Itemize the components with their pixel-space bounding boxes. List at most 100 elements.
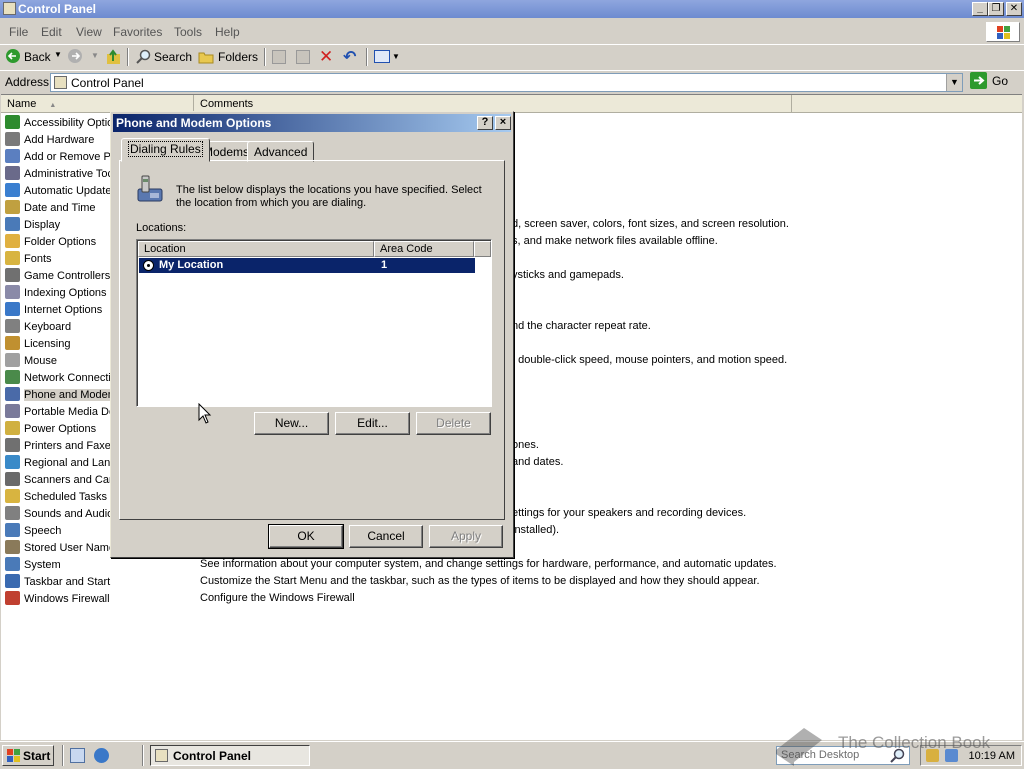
list-item[interactable]: Scanners and Cam — [5, 472, 113, 489]
list-item-comment: nd the character repeat rate. — [512, 320, 651, 332]
list-item[interactable]: Portable Media De — [5, 404, 113, 421]
control-panel-item-icon — [5, 217, 20, 231]
list-item[interactable]: Internet Options — [5, 302, 113, 319]
list-item[interactable]: Mouse — [5, 353, 113, 370]
views-icon[interactable] — [374, 50, 390, 63]
list-item-label: Fonts — [24, 253, 52, 265]
list-item[interactable]: Date and Time — [5, 200, 113, 217]
list-item[interactable]: Stored User Name — [5, 540, 113, 557]
list-item[interactable]: Phone and Modem — [5, 387, 113, 404]
list-item[interactable]: Display — [5, 217, 113, 234]
location-row[interactable]: My Location 1 — [139, 258, 475, 273]
control-panel-item-icon — [5, 455, 20, 469]
list-item[interactable]: Regional and Lang — [5, 455, 113, 472]
list-item[interactable]: Windows Firewall — [5, 591, 113, 608]
list-item[interactable]: Printers and Faxe — [5, 438, 113, 455]
undo-icon[interactable]: ↶ — [343, 47, 356, 67]
tab-advanced[interactable]: Advanced — [247, 141, 315, 162]
list-item[interactable]: Automatic Update — [5, 183, 113, 200]
list-item[interactable]: Indexing Options — [5, 285, 113, 302]
views-dropdown-icon[interactable]: ▼ — [392, 52, 400, 61]
location-area-code: 1 — [381, 259, 388, 271]
address-value: Control Panel — [71, 76, 144, 90]
up-folder-icon[interactable] — [106, 49, 121, 65]
task-control-panel[interactable]: Control Panel — [150, 745, 310, 766]
menu-tools[interactable]: Tools — [174, 25, 202, 39]
control-panel-item-icon — [5, 251, 20, 265]
list-item[interactable]: Scheduled Tasks — [5, 489, 113, 506]
apply-button[interactable]: Apply — [429, 525, 503, 548]
maximize-button[interactable]: ❐ — [988, 2, 1004, 16]
folders-button[interactable]: Folders — [218, 50, 258, 64]
copy-to-icon[interactable] — [296, 50, 310, 64]
menu-file[interactable]: File — [9, 25, 28, 39]
control-panel-item-icon — [5, 200, 20, 214]
list-item[interactable]: Licensing — [5, 336, 113, 353]
address-dropdown-icon[interactable]: ▼ — [946, 74, 962, 91]
internet-explorer-icon[interactable] — [94, 748, 109, 763]
start-button[interactable]: Start — [2, 745, 54, 766]
list-item[interactable]: Game Controllers — [5, 268, 113, 285]
location-column-header[interactable]: Location — [138, 241, 374, 257]
tab-advanced-label: Advanced — [254, 145, 308, 159]
list-item[interactable]: Folder Options — [5, 234, 113, 251]
cancel-button[interactable]: Cancel — [349, 525, 423, 548]
delete-button[interactable]: Delete — [416, 412, 491, 435]
search-button[interactable]: Search — [154, 50, 192, 64]
list-item[interactable]: Fonts — [5, 251, 113, 268]
back-button[interactable]: Back ▼ — [4, 49, 62, 67]
selected-location-radio-icon[interactable] — [143, 260, 154, 271]
list-item-label: System — [24, 559, 61, 571]
list-item-comment: , double-click speed, mouse pointers, an… — [512, 354, 788, 366]
back-arrow-icon — [6, 49, 20, 63]
list-item-comment: See information about your computer syst… — [200, 558, 777, 570]
close-button[interactable]: ✕ — [1006, 2, 1022, 16]
delete-icon[interactable]: ✕ — [319, 47, 333, 67]
list-item-comment: and dates. — [512, 456, 564, 468]
list-item[interactable]: Speech — [5, 523, 113, 540]
show-desktop-icon[interactable] — [70, 748, 85, 763]
minimize-button[interactable]: _ — [972, 2, 988, 16]
menu-view[interactable]: View — [76, 25, 102, 39]
control-panel-item-icon — [5, 183, 20, 197]
area-code-column-header[interactable]: Area Code — [374, 241, 474, 257]
address-field[interactable]: Control Panel ▼ — [50, 73, 963, 92]
menu-favorites[interactable]: Favorites — [113, 25, 162, 39]
list-item[interactable]: System — [5, 557, 113, 574]
column-header-name-label: Name — [7, 98, 37, 110]
forward-arrow-icon[interactable] — [68, 49, 83, 64]
list-item[interactable]: Add Hardware — [5, 132, 113, 149]
tab-dialing-rules[interactable]: Dialing Rules — [121, 138, 210, 162]
help-button[interactable]: ? — [477, 116, 493, 130]
dialog-close-button[interactable]: × — [495, 116, 511, 130]
list-item[interactable]: Network Connecti — [5, 370, 113, 387]
list-item[interactable]: Power Options — [5, 421, 113, 438]
sort-ascending-icon: ▲ — [49, 102, 57, 109]
menu-help[interactable]: Help — [215, 25, 240, 39]
locations-list[interactable]: Location Area Code My Location 1 — [136, 239, 492, 407]
windows-flag-icon — [7, 749, 20, 762]
control-panel-item-icon — [5, 438, 20, 452]
control-panel-item-icon — [5, 472, 20, 486]
list-item[interactable]: Taskbar and Start Menu — [5, 574, 113, 591]
new-button[interactable]: New... — [254, 412, 329, 435]
go-button[interactable]: Go — [968, 71, 1018, 90]
list-item[interactable]: Accessibility Optio — [5, 115, 113, 132]
menu-edit[interactable]: Edit — [41, 25, 62, 39]
list-item[interactable]: Administrative Toc — [5, 166, 113, 183]
list-item-label: Sounds and Audio — [24, 508, 113, 520]
edit-button[interactable]: Edit... — [335, 412, 410, 435]
dialing-rules-description: The list below displays the locations yo… — [176, 184, 482, 209]
ok-button[interactable]: OK — [268, 524, 344, 549]
list-item-comment: d, screen saver, colors, font sizes, and… — [512, 218, 789, 230]
move-to-icon[interactable] — [272, 50, 286, 64]
list-item[interactable]: Add or Remove Pr — [5, 149, 113, 166]
search-icon[interactable] — [136, 49, 152, 65]
list-item[interactable]: Sounds and Audio — [5, 506, 113, 523]
tab-dialing-rules-label: Dialing Rules — [128, 141, 203, 157]
control-panel-item-icon — [5, 319, 20, 333]
list-item[interactable]: Keyboard — [5, 319, 113, 336]
back-dropdown-icon[interactable]: ▼ — [54, 50, 62, 59]
forward-dropdown-icon[interactable]: ▼ — [91, 51, 99, 60]
list-item-comment: Customize the Start Menu and the taskbar… — [200, 575, 760, 587]
